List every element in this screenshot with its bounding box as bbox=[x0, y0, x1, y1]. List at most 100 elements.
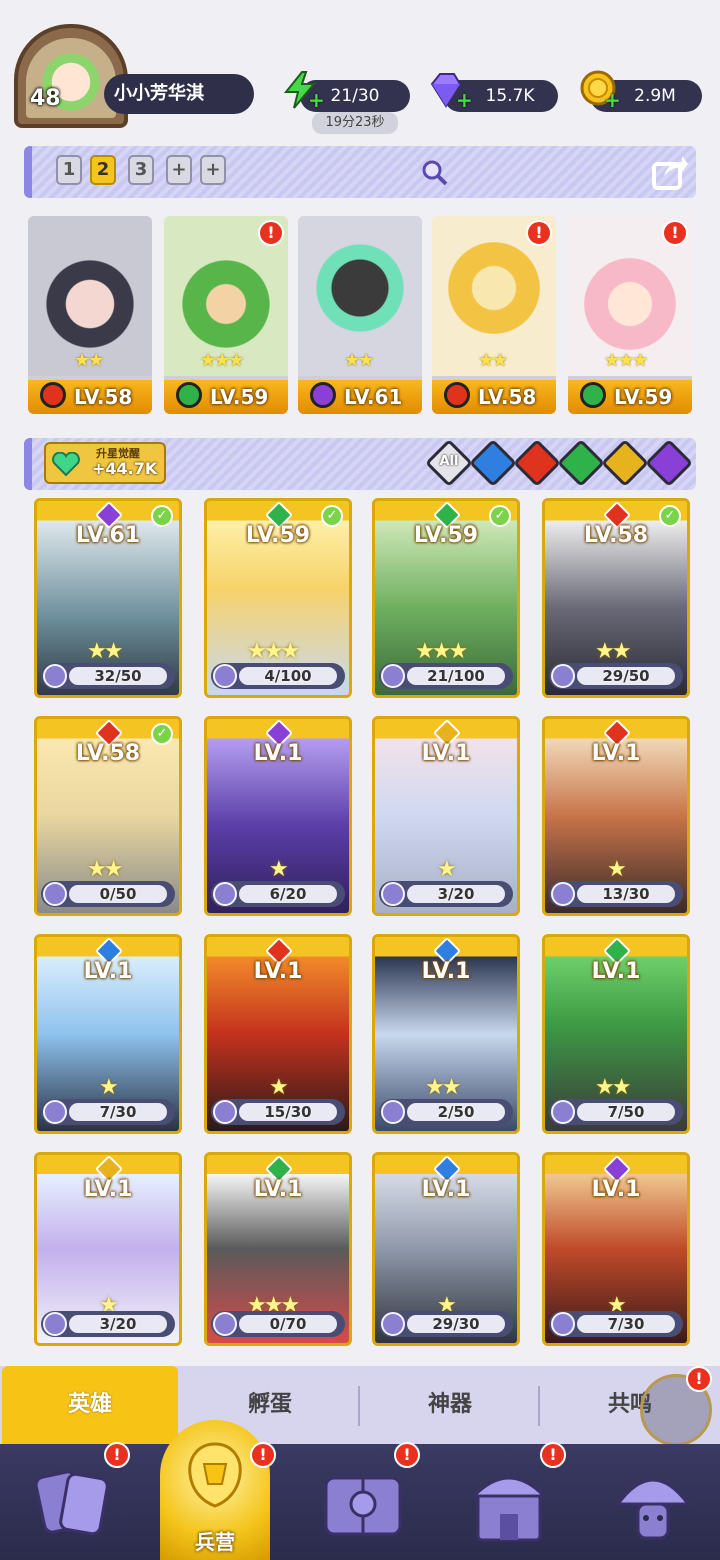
hero-level: LV.1 bbox=[83, 959, 133, 984]
shard-progress-text: 3/20 bbox=[99, 1315, 137, 1333]
shard-progress: 15/30 bbox=[211, 1099, 345, 1125]
zoom-icon[interactable] bbox=[420, 158, 448, 186]
alert-badge: ! bbox=[526, 220, 552, 246]
shard-progress: 2/50 bbox=[379, 1099, 513, 1125]
add-gem-icon[interactable]: + bbox=[456, 88, 473, 112]
hero-level: LV.1 bbox=[591, 1177, 641, 1202]
shard-progress: 6/20 bbox=[211, 881, 345, 907]
player-avatar[interactable] bbox=[14, 24, 128, 128]
team-slot-bar bbox=[24, 146, 696, 198]
add-team-slot-icon[interactable]: + bbox=[166, 155, 192, 185]
shard-progress: 7/30 bbox=[549, 1311, 683, 1337]
hero-card[interactable]: LV.1 ★ 13/30 bbox=[542, 716, 690, 916]
barracks-icon bbox=[182, 1440, 248, 1510]
hero-card[interactable]: ✓ LV.59 ★★★ 21/100 bbox=[372, 498, 520, 698]
hero-level: LV.61 bbox=[75, 523, 141, 548]
alert-badge: ! bbox=[662, 220, 688, 246]
shard-icon bbox=[381, 1312, 405, 1336]
alert-badge: ! bbox=[394, 1442, 420, 1468]
hero-stars: ★★ bbox=[87, 639, 123, 664]
shard-progress: 13/30 bbox=[549, 881, 683, 907]
shard-progress-text: 15/30 bbox=[264, 1103, 312, 1121]
hero-stars: ★★ bbox=[595, 639, 631, 664]
alert-badge: ! bbox=[686, 1366, 712, 1392]
shard-icon bbox=[43, 1100, 67, 1124]
add-gold-icon[interactable]: + bbox=[604, 88, 621, 112]
hero-card[interactable]: LV.1 ★★ 7/50 bbox=[542, 934, 690, 1134]
hero-level: LV.1 bbox=[591, 959, 641, 984]
team-hero-5[interactable]: ★★★ LV.59 ! bbox=[568, 216, 692, 414]
shard-progress-text: 7/30 bbox=[607, 1315, 645, 1333]
shard-icon bbox=[213, 664, 237, 688]
shard-icon bbox=[213, 1312, 237, 1336]
hero-card[interactable]: LV.1 ★★ 2/50 bbox=[372, 934, 520, 1134]
nature-element-icon bbox=[580, 382, 606, 408]
hero-card[interactable]: LV.1 ★ 29/30 bbox=[372, 1152, 520, 1346]
hero-card[interactable]: LV.1 ★ 15/30 bbox=[204, 934, 352, 1134]
shard-progress-text: 6/20 bbox=[269, 885, 307, 903]
shard-progress: 3/20 bbox=[379, 881, 513, 907]
energy-timer: 19分23秒 bbox=[312, 112, 398, 134]
hero-level: LV.1 bbox=[421, 741, 471, 766]
team-hero-1[interactable]: ★★ LV.58 bbox=[28, 216, 152, 414]
add-energy-icon[interactable]: + bbox=[308, 88, 325, 112]
alert-badge: ! bbox=[258, 220, 284, 246]
shard-progress-text: 2/50 bbox=[437, 1103, 475, 1121]
shard-progress-text: 4/100 bbox=[264, 667, 312, 685]
shard-progress-text: 0/70 bbox=[269, 1315, 307, 1333]
nav-barracks-label: 兵营 bbox=[195, 1530, 235, 1554]
dark-element-icon bbox=[310, 382, 336, 408]
shard-progress-text: 3/20 bbox=[437, 885, 475, 903]
hero-level: LV.1 bbox=[421, 959, 471, 984]
hero-stars: ★ bbox=[269, 857, 289, 882]
hero-card[interactable]: LV.1 ★ 3/20 bbox=[34, 1152, 182, 1346]
shard-progress-text: 29/30 bbox=[432, 1315, 480, 1333]
hero-card[interactable]: ✓ LV.58 ★★ 0/50 bbox=[34, 716, 182, 916]
hero-card[interactable]: LV.1 ★ 7/30 bbox=[34, 934, 182, 1134]
team-hero-3[interactable]: ★★ LV.61 bbox=[298, 216, 422, 414]
team-slot-2[interactable]: 2 bbox=[90, 155, 116, 185]
hero-card[interactable]: LV.1 ★ 6/20 bbox=[204, 716, 352, 916]
nav-book-icon[interactable] bbox=[318, 1460, 408, 1548]
hero-level: LV.59 bbox=[413, 523, 479, 548]
hero-stars: ★★★ bbox=[247, 639, 300, 664]
shard-icon bbox=[551, 1312, 575, 1336]
hero-card[interactable]: LV.1 ★★★ 0/70 bbox=[204, 1152, 352, 1346]
tab-artifacts[interactable]: 神器 bbox=[360, 1366, 540, 1444]
share-icon[interactable] bbox=[650, 152, 690, 192]
shard-progress: 29/30 bbox=[379, 1311, 513, 1337]
tab-heroes[interactable]: 英雄 bbox=[2, 1366, 178, 1444]
shard-progress: 32/50 bbox=[41, 663, 175, 689]
hero-level: LV.1 bbox=[253, 1177, 303, 1202]
hero-stars: ★ bbox=[607, 857, 627, 882]
heart-icon bbox=[52, 451, 80, 477]
tab-divider bbox=[538, 1386, 540, 1426]
add-team-slot-icon-2[interactable]: + bbox=[200, 155, 226, 185]
hero-card[interactable]: LV.1 ★ 7/30 bbox=[542, 1152, 690, 1346]
hero-card[interactable]: ✓ LV.59 ★★★ 4/100 bbox=[204, 498, 352, 698]
hero-stars: ★ bbox=[99, 1075, 119, 1100]
player-name[interactable]: 小小芳华淇 bbox=[104, 74, 254, 114]
player-level: 48 bbox=[30, 86, 61, 111]
shard-icon bbox=[381, 882, 405, 906]
nav-mushroom-icon[interactable] bbox=[608, 1460, 698, 1548]
shard-progress-text: 32/50 bbox=[94, 667, 142, 685]
team-slot-3[interactable]: 3 bbox=[128, 155, 154, 185]
hero-stars: ★★ bbox=[425, 1075, 461, 1100]
hero-stars: ★★ bbox=[87, 857, 123, 882]
shard-progress: 7/30 bbox=[41, 1099, 175, 1125]
alert-badge: ! bbox=[540, 1442, 566, 1468]
shard-icon bbox=[213, 882, 237, 906]
hero-card[interactable]: ✓ LV.58 ★★ 29/50 bbox=[542, 498, 690, 698]
team-hero-2[interactable]: ★★★ LV.59 ! bbox=[164, 216, 288, 414]
hero-stars: ★★★ bbox=[415, 639, 468, 664]
shard-progress: 0/70 bbox=[211, 1311, 345, 1337]
hero-card[interactable]: LV.1 ★ 3/20 bbox=[372, 716, 520, 916]
nav-shop-icon[interactable] bbox=[464, 1460, 554, 1548]
team-slot-1[interactable]: 1 bbox=[56, 155, 82, 185]
hero-level: LV.59 bbox=[245, 523, 311, 548]
alert-badge: ! bbox=[250, 1442, 276, 1468]
hero-card[interactable]: ✓ LV.61 ★★ 32/50 bbox=[34, 498, 182, 698]
nav-cards-icon[interactable] bbox=[30, 1460, 120, 1548]
team-hero-4[interactable]: ★★ LV.58 ! bbox=[432, 216, 556, 414]
